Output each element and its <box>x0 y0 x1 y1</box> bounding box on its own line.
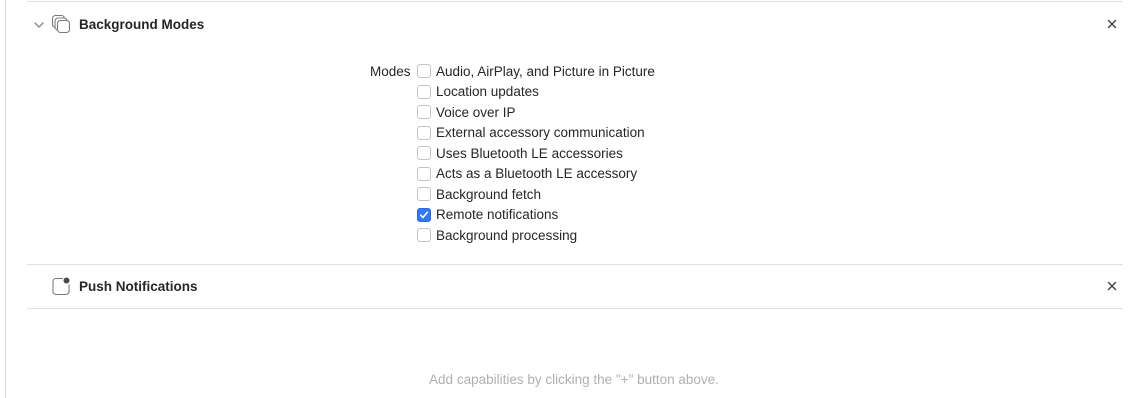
mode-item[interactable]: Background fetch <box>417 184 655 205</box>
mode-checkbox[interactable] <box>417 146 431 161</box>
mode-label: Background processing <box>436 227 578 243</box>
mode-checkbox[interactable] <box>417 228 431 243</box>
mode-checkbox[interactable] <box>417 84 431 99</box>
mode-label: Background fetch <box>436 186 542 202</box>
mode-label: Acts as a Bluetooth LE accessory <box>436 166 638 182</box>
modes-label: Modes <box>370 64 411 79</box>
close-icon <box>1107 281 1117 291</box>
section-title: Background Modes <box>79 17 205 32</box>
background-modes-icon <box>51 14 71 34</box>
mode-checkbox[interactable] <box>417 105 431 120</box>
mode-item[interactable]: Remote notifications <box>417 205 655 226</box>
add-capabilities-hint: Add capabilities by clicking the "+" but… <box>429 372 719 387</box>
mode-label: External accessory communication <box>436 125 645 141</box>
push-notifications-icon <box>51 276 71 296</box>
push-notifications-header: Push Notifications <box>27 266 1123 306</box>
mode-item[interactable]: Voice over IP <box>417 102 655 123</box>
mode-label: Location updates <box>436 84 539 100</box>
mode-label: Audio, AirPlay, and Picture in Picture <box>436 63 655 79</box>
mode-label: Voice over IP <box>436 104 516 120</box>
mode-checkbox[interactable] <box>417 166 431 181</box>
mode-checkbox[interactable] <box>417 207 431 222</box>
mode-item[interactable]: Audio, AirPlay, and Picture in Picture <box>417 61 655 82</box>
mode-checkbox[interactable] <box>417 187 431 202</box>
background-modes-header: Background Modes <box>27 4 1123 44</box>
section-divider-top <box>27 1 1123 2</box>
mode-item[interactable]: External accessory communication <box>417 123 655 144</box>
editor-left-border <box>5 0 6 398</box>
checkmark-icon <box>420 211 429 219</box>
background-modes-list: Audio, AirPlay, and Picture in Picture L… <box>417 61 655 246</box>
mode-checkbox[interactable] <box>417 125 431 140</box>
mode-label: Remote notifications <box>436 207 559 223</box>
section-divider-bottom <box>27 308 1123 309</box>
remove-capability-button[interactable] <box>1105 279 1119 293</box>
mode-item[interactable]: Background processing <box>417 225 655 246</box>
chevron-down-icon[interactable] <box>33 18 45 30</box>
mode-item[interactable]: Acts as a Bluetooth LE accessory <box>417 164 655 185</box>
remove-capability-button[interactable] <box>1105 17 1119 31</box>
section-title: Push Notifications <box>79 279 198 294</box>
mode-item[interactable]: Location updates <box>417 82 655 103</box>
close-icon <box>1107 19 1117 29</box>
capabilities-editor: Background Modes Modes Audio, AirPlay, a… <box>0 0 1148 398</box>
mode-label: Uses Bluetooth LE accessories <box>436 145 623 161</box>
section-divider <box>27 264 1123 265</box>
mode-item[interactable]: Uses Bluetooth LE accessories <box>417 143 655 164</box>
mode-checkbox[interactable] <box>417 64 431 79</box>
